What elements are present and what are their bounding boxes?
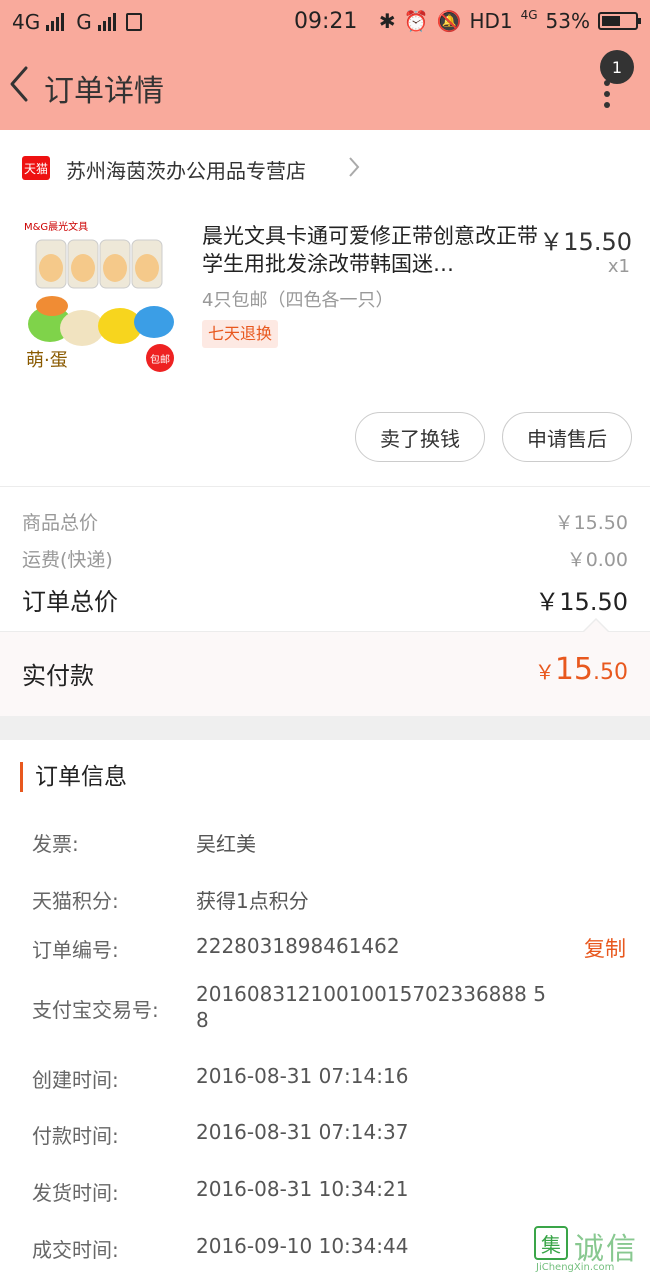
top-bar: 4G G 09:21 ✱ ⏰ 🔕 HD1 4G 53% 订单详情 1	[0, 0, 650, 130]
paid-label: 实付款	[22, 662, 94, 690]
hd-label: HD1	[469, 9, 513, 33]
svg-text:萌·蛋: 萌·蛋	[26, 350, 68, 371]
alarm-icon: ⏰	[403, 9, 429, 33]
paid-integer: 15	[554, 652, 593, 687]
sell-button[interactable]: 卖了换钱	[355, 412, 485, 462]
network-label: 4G	[12, 10, 41, 34]
product-price: ￥15.50	[539, 228, 632, 256]
product-quantity: x1	[607, 256, 630, 277]
watermark-logo-icon: 集	[534, 1226, 568, 1260]
nav-header: 订单详情	[0, 44, 650, 130]
signal-icon-2	[97, 13, 116, 31]
page-title: 订单详情	[44, 74, 164, 109]
network-label-3: 4G	[520, 8, 538, 22]
back-arrow-icon[interactable]	[6, 64, 36, 104]
shipped-time-label: 发货时间:	[32, 1181, 119, 1205]
shipping-value: ￥0.00	[566, 549, 628, 571]
created-time-label: 创建时间:	[32, 1068, 119, 1092]
watermark: 集 诚信 JiChengXin.com	[534, 1222, 650, 1274]
order-total-value: ￥15.50	[535, 588, 628, 616]
status-time: 09:21	[294, 9, 358, 34]
goods-total-label: 商品总价	[22, 512, 99, 534]
copy-button[interactable]: 复制	[584, 933, 626, 963]
bluetooth-icon: ✱	[378, 9, 396, 33]
shipped-time-value: 2016-08-31 10:34:21	[196, 1177, 409, 1201]
alipay-value-line1: 20160831210010015702336888 5	[196, 982, 546, 1006]
status-bar: 4G G 09:21 ✱ ⏰ 🔕 HD1 4G 53%	[0, 0, 650, 44]
network-label-2: G	[76, 10, 92, 34]
battery-icon	[598, 12, 641, 30]
invoice-label: 发票:	[32, 832, 79, 856]
paid-decimal: .50	[593, 660, 628, 685]
goods-total-row: 商品总价 ￥15.50	[22, 508, 628, 535]
product-item[interactable]: M&G晨光文具 萌·蛋 包邮 晨光文具卡通可爱修正带创意改正带学生用批发涂改带韩…	[0, 210, 650, 390]
svg-text:M&G晨光文具: M&G晨光文具	[24, 220, 88, 233]
watermark-url: JiChengXin.com	[536, 1262, 615, 1273]
order-total-row: 订单总价 ￥15.50	[22, 582, 628, 617]
paid-currency: ￥	[534, 660, 555, 684]
chevron-right-icon	[349, 157, 360, 177]
paid-time-label: 付款时间:	[32, 1124, 119, 1148]
points-value: 获得1点积分	[196, 889, 309, 913]
product-image: M&G晨光文具 萌·蛋 包邮	[22, 216, 182, 376]
paid-amount: ￥15.50	[535, 652, 628, 687]
order-number-label: 订单编号:	[32, 938, 119, 962]
signal-icon	[46, 13, 65, 31]
alipay-value-line2: 8	[196, 1008, 209, 1032]
return-policy-badge: 七天退换	[202, 320, 279, 348]
order-info-title: 订单信息	[20, 762, 127, 792]
product-spec: 4只包邮（四色各一只）	[202, 290, 394, 311]
message-badge[interactable]: 1	[600, 50, 634, 84]
paid-amount-row: 实付款 ￥15.50	[0, 632, 650, 716]
sim-icon	[125, 13, 142, 31]
more-icon[interactable]	[604, 80, 610, 113]
svg-text:包邮: 包邮	[150, 353, 170, 366]
shipping-label: 运费(快递)	[22, 549, 113, 571]
status-left: 4G G	[12, 10, 142, 34]
after-sale-button[interactable]: 申请售后	[502, 412, 632, 462]
completed-time-value: 2016-09-10 10:34:44	[196, 1234, 409, 1258]
battery-percent: 53%	[545, 9, 590, 33]
divider	[0, 486, 650, 487]
order-number-value: 2228031898461462	[196, 934, 400, 958]
product-title: 晨光文具卡通可爱修正带创意改正带学生用批发涂改带韩国迷…	[202, 224, 538, 276]
created-time-value: 2016-08-31 07:14:16	[196, 1064, 409, 1088]
section-gap	[0, 716, 650, 740]
store-row[interactable]: 天猫 苏州海茵茨办公用品专营店	[0, 140, 650, 196]
caret-decoration-inner	[584, 620, 608, 632]
store-name: 苏州海茵茨办公用品专营店	[66, 159, 306, 183]
points-label: 天猫积分:	[32, 889, 119, 913]
tmall-icon: 天猫	[22, 156, 50, 180]
invoice-value: 吴红美	[196, 832, 256, 856]
status-right: ✱ ⏰ 🔕 HD1 4G 53%	[378, 8, 641, 33]
goods-total-value: ￥15.50	[554, 512, 628, 534]
paid-time-value: 2016-08-31 07:14:37	[196, 1120, 409, 1144]
completed-time-label: 成交时间:	[32, 1238, 119, 1262]
mute-icon: 🔕	[436, 9, 462, 33]
order-total-label: 订单总价	[22, 588, 118, 616]
alipay-label: 支付宝交易号:	[32, 998, 159, 1022]
shipping-row: 运费(快递) ￥0.00	[22, 545, 628, 572]
